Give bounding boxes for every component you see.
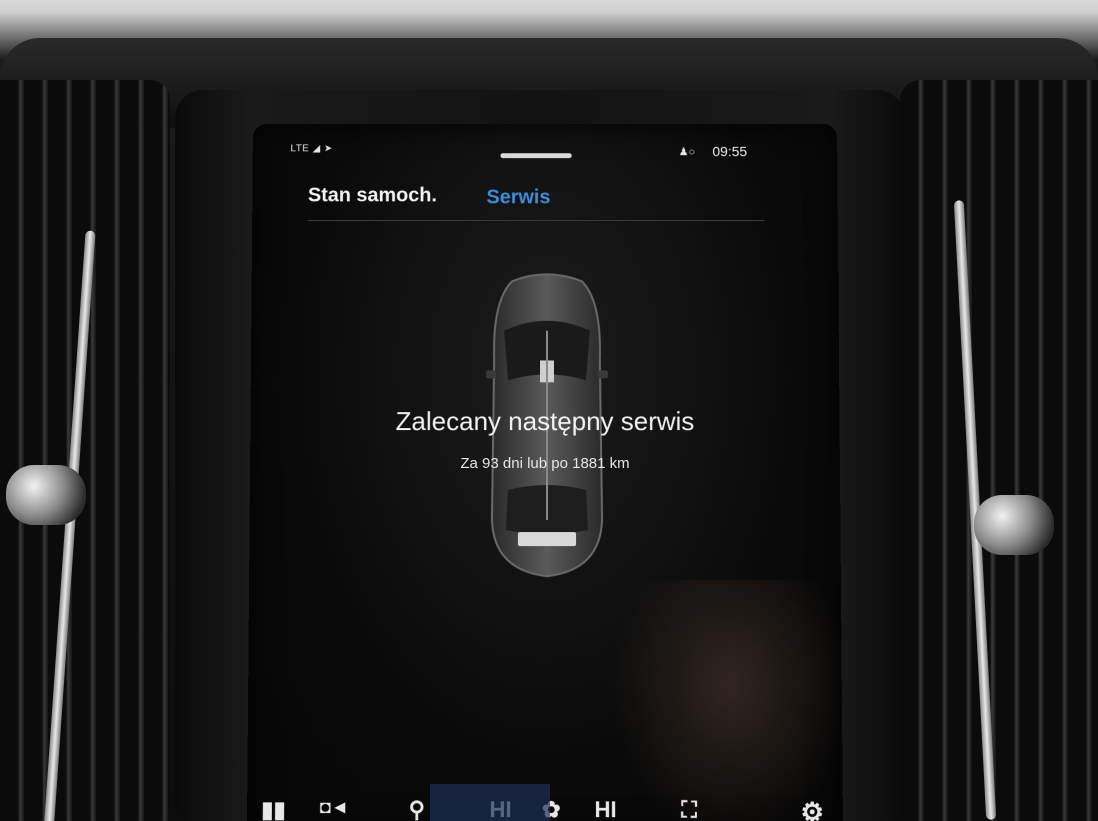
tab-bar: Stan samoch. Serwis	[308, 181, 765, 221]
seat-icon[interactable]: ⚲	[409, 797, 425, 821]
clock: 09:55	[712, 143, 747, 159]
drag-handle[interactable]	[500, 153, 571, 158]
status-bar: LTE ◢ ➤ ♟○ 09:55	[253, 140, 838, 164]
gear-icon[interactable]: ⚙	[800, 797, 824, 821]
vent-blade	[42, 230, 95, 821]
network-label: LTE	[290, 143, 309, 154]
left-air-vent	[0, 80, 170, 821]
signal-icon: ◢ ➤	[309, 143, 332, 154]
right-vent-knob[interactable]	[974, 495, 1054, 555]
right-air-vent	[900, 80, 1098, 821]
right-seat-heat[interactable]: HI	[594, 797, 616, 821]
tab-car-status[interactable]: Stan samoch.	[308, 185, 437, 208]
service-title: Zalecany następny serwis	[250, 406, 839, 437]
network-indicator: LTE ◢ ➤	[290, 143, 332, 154]
tab-service[interactable]: Serwis	[486, 187, 550, 210]
photo-scene: LTE ◢ ➤ ♟○ 09:55 Stan samoch. Serwis Zal…	[0, 0, 1098, 821]
panel-icon[interactable]: ▮▮	[261, 797, 286, 821]
glare-overlay	[430, 784, 550, 821]
seat-recline-icon[interactable]: ⛶	[681, 797, 697, 821]
camera-icon[interactable]: ◘◄	[320, 797, 349, 818]
infotainment-screen: LTE ◢ ➤ ♟○ 09:55 Stan samoch. Serwis Zal…	[247, 124, 843, 821]
left-vent-knob[interactable]	[6, 465, 86, 525]
service-detail: Za 93 dni lub po 1881 km	[250, 455, 840, 472]
person-icon[interactable]: ♟○	[679, 145, 695, 158]
reflection-overlay	[610, 580, 843, 821]
